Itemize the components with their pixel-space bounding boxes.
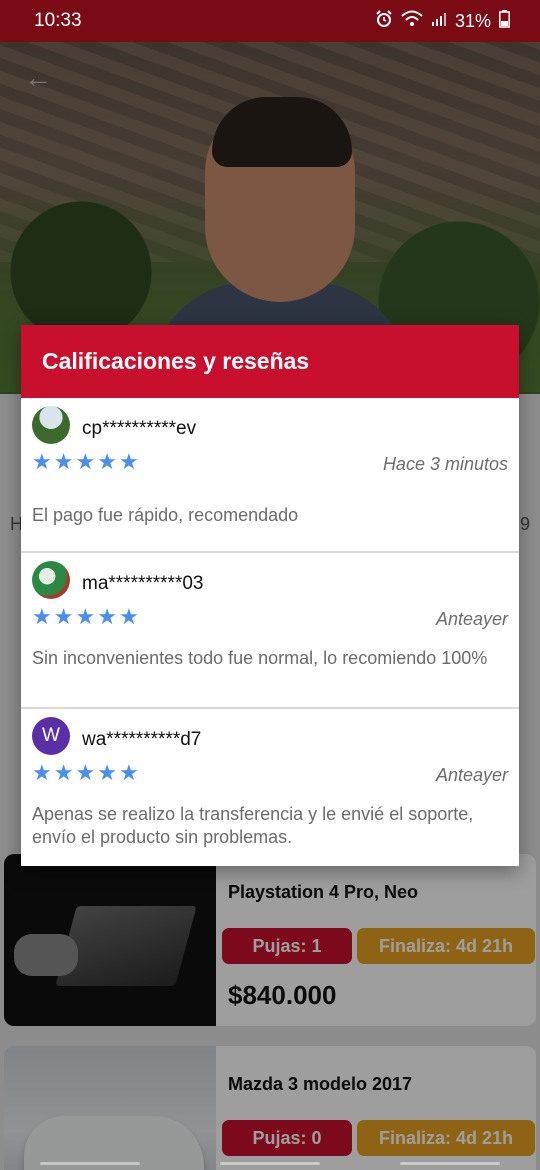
status-time: 10:33 (34, 10, 82, 31)
review-text: Sin inconvenientes todo fue normal, lo r… (32, 648, 488, 668)
star-icon: ★ (97, 604, 117, 629)
review-item: W wa**********d7 ★ ★ ★ ★ ★ Anteayer Apenas s… (21, 709, 519, 865)
avatar-letter: W (42, 725, 60, 746)
star-icon: ★ (118, 604, 139, 629)
reviewer-name: wa**********d7 (82, 729, 202, 750)
bottom-nav-hint (0, 1156, 540, 1170)
dialog-header: Calificaciones y reseñas (21, 325, 519, 398)
star-rating: ★ ★ ★ ★ ★ (32, 451, 139, 473)
review-time: Anteayer (435, 765, 508, 785)
review-time: Anteayer (435, 609, 508, 629)
status-bar: 10:33 31% (0, 0, 540, 42)
signal-icon (431, 11, 447, 32)
review-time: Hace 3 minutos (382, 454, 508, 474)
star-icon: ★ (97, 449, 117, 474)
alarm-icon (375, 9, 393, 33)
star-icon: ★ (32, 604, 52, 629)
battery-percent: 31% (454, 10, 491, 31)
review-item: ma**********03 ★ ★ ★ ★ ★ Anteayer Sin inconv… (21, 553, 519, 709)
avatar (32, 561, 70, 599)
wifi-icon (401, 10, 423, 33)
star-icon: ★ (53, 604, 74, 629)
reviewer-name: ma**********03 (82, 573, 204, 594)
star-icon: ★ (32, 760, 52, 785)
status-icons: 31% (375, 9, 510, 33)
star-icon: ★ (118, 760, 139, 785)
star-icon: ★ (75, 449, 96, 474)
star-rating: ★ ★ ★ ★ ★ (32, 606, 139, 628)
ratings-dialog: Calificaciones y reseñas cp**********ev … (21, 325, 519, 866)
star-icon: ★ (97, 760, 117, 785)
battery-icon (499, 9, 510, 33)
star-icon: ★ (118, 449, 139, 474)
star-rating: ★ ★ ★ ★ ★ (32, 762, 139, 784)
star-icon: ★ (32, 449, 52, 474)
star-icon: ★ (53, 449, 74, 474)
dialog-title: Calificaciones y reseñas (42, 348, 310, 374)
star-icon: ★ (53, 760, 74, 785)
reviewer-name: cp**********ev (82, 418, 197, 439)
review-text: El pago fue rápido, recomendado (32, 505, 299, 525)
review-text: Apenas se realizo la transferencia y le … (32, 804, 474, 847)
review-item: cp**********ev ★ ★ ★ ★ ★ Hace 3 minutos El p… (21, 398, 519, 553)
star-icon: ★ (75, 604, 96, 629)
avatar: W (32, 717, 70, 755)
star-icon: ★ (75, 760, 96, 785)
avatar (32, 406, 70, 444)
